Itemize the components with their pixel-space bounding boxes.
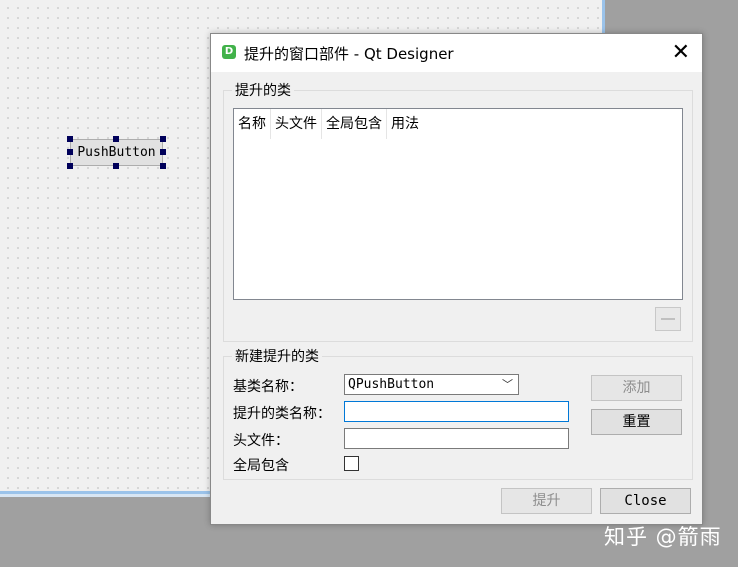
- push-button-label: PushButton: [77, 145, 156, 160]
- selection-handle-ne[interactable]: [160, 136, 166, 142]
- selection-handle-e[interactable]: [160, 149, 166, 155]
- selection-handle-se[interactable]: [160, 163, 166, 169]
- close-button[interactable]: Close: [600, 488, 691, 514]
- dialog-titlebar[interactable]: D 提升的窗口部件 - Qt Designer ✕: [211, 34, 702, 72]
- watermark: 知乎 @箭雨: [604, 525, 722, 549]
- promoted-classes-table[interactable]: 名称 头文件 全局包含 用法: [233, 108, 683, 300]
- global-include-checkbox[interactable]: [344, 456, 359, 471]
- global-include-label: 全局包含: [233, 458, 289, 474]
- reset-button[interactable]: 重置: [591, 409, 682, 435]
- promoted-class-name-label: 提升的类名称：: [233, 406, 331, 422]
- promoted-classes-title: 提升的类: [232, 80, 294, 100]
- designer-app-icon: D: [222, 45, 236, 59]
- column-header-global-include[interactable]: 全局包含: [322, 109, 387, 139]
- selection-handle-w[interactable]: [67, 149, 73, 155]
- dialog-title: 提升的窗口部件 - Qt Designer: [244, 45, 454, 63]
- promoted-widgets-dialog: D 提升的窗口部件 - Qt Designer ✕ 提升的类 名称 头文件 全局…: [210, 33, 703, 525]
- base-class-value: QPushButton: [348, 377, 435, 392]
- close-icon[interactable]: ✕: [672, 40, 690, 66]
- selection-handle-nw[interactable]: [67, 136, 73, 142]
- chevron-down-icon: ﹀: [502, 378, 513, 391]
- push-button-widget[interactable]: PushButton: [70, 139, 163, 166]
- add-button[interactable]: 添加: [591, 375, 682, 401]
- selection-handle-sw[interactable]: [67, 163, 73, 169]
- promoted-classes-group: 提升的类 名称 头文件 全局包含 用法: [223, 80, 693, 342]
- minus-icon: [661, 318, 675, 320]
- new-promoted-class-group: 新建提升的类 基类名称： QPushButton ﹀ 提升的类名称： 头文件： …: [223, 346, 693, 480]
- header-file-input[interactable]: [344, 428, 569, 449]
- promote-button[interactable]: 提升: [501, 488, 592, 514]
- remove-class-button[interactable]: [655, 307, 681, 331]
- table-header: 名称 头文件 全局包含 用法: [234, 109, 423, 139]
- column-header-header-file[interactable]: 头文件: [271, 109, 322, 139]
- header-file-label: 头文件：: [233, 433, 289, 449]
- column-header-name[interactable]: 名称: [234, 109, 271, 139]
- new-promoted-class-title: 新建提升的类: [232, 346, 322, 366]
- base-class-label: 基类名称：: [233, 379, 303, 395]
- selection-handle-s[interactable]: [113, 163, 119, 169]
- promoted-class-name-input[interactable]: [344, 401, 569, 422]
- selection-handle-n[interactable]: [113, 136, 119, 142]
- base-class-select[interactable]: QPushButton ﹀: [344, 374, 519, 395]
- column-header-usage[interactable]: 用法: [387, 109, 423, 139]
